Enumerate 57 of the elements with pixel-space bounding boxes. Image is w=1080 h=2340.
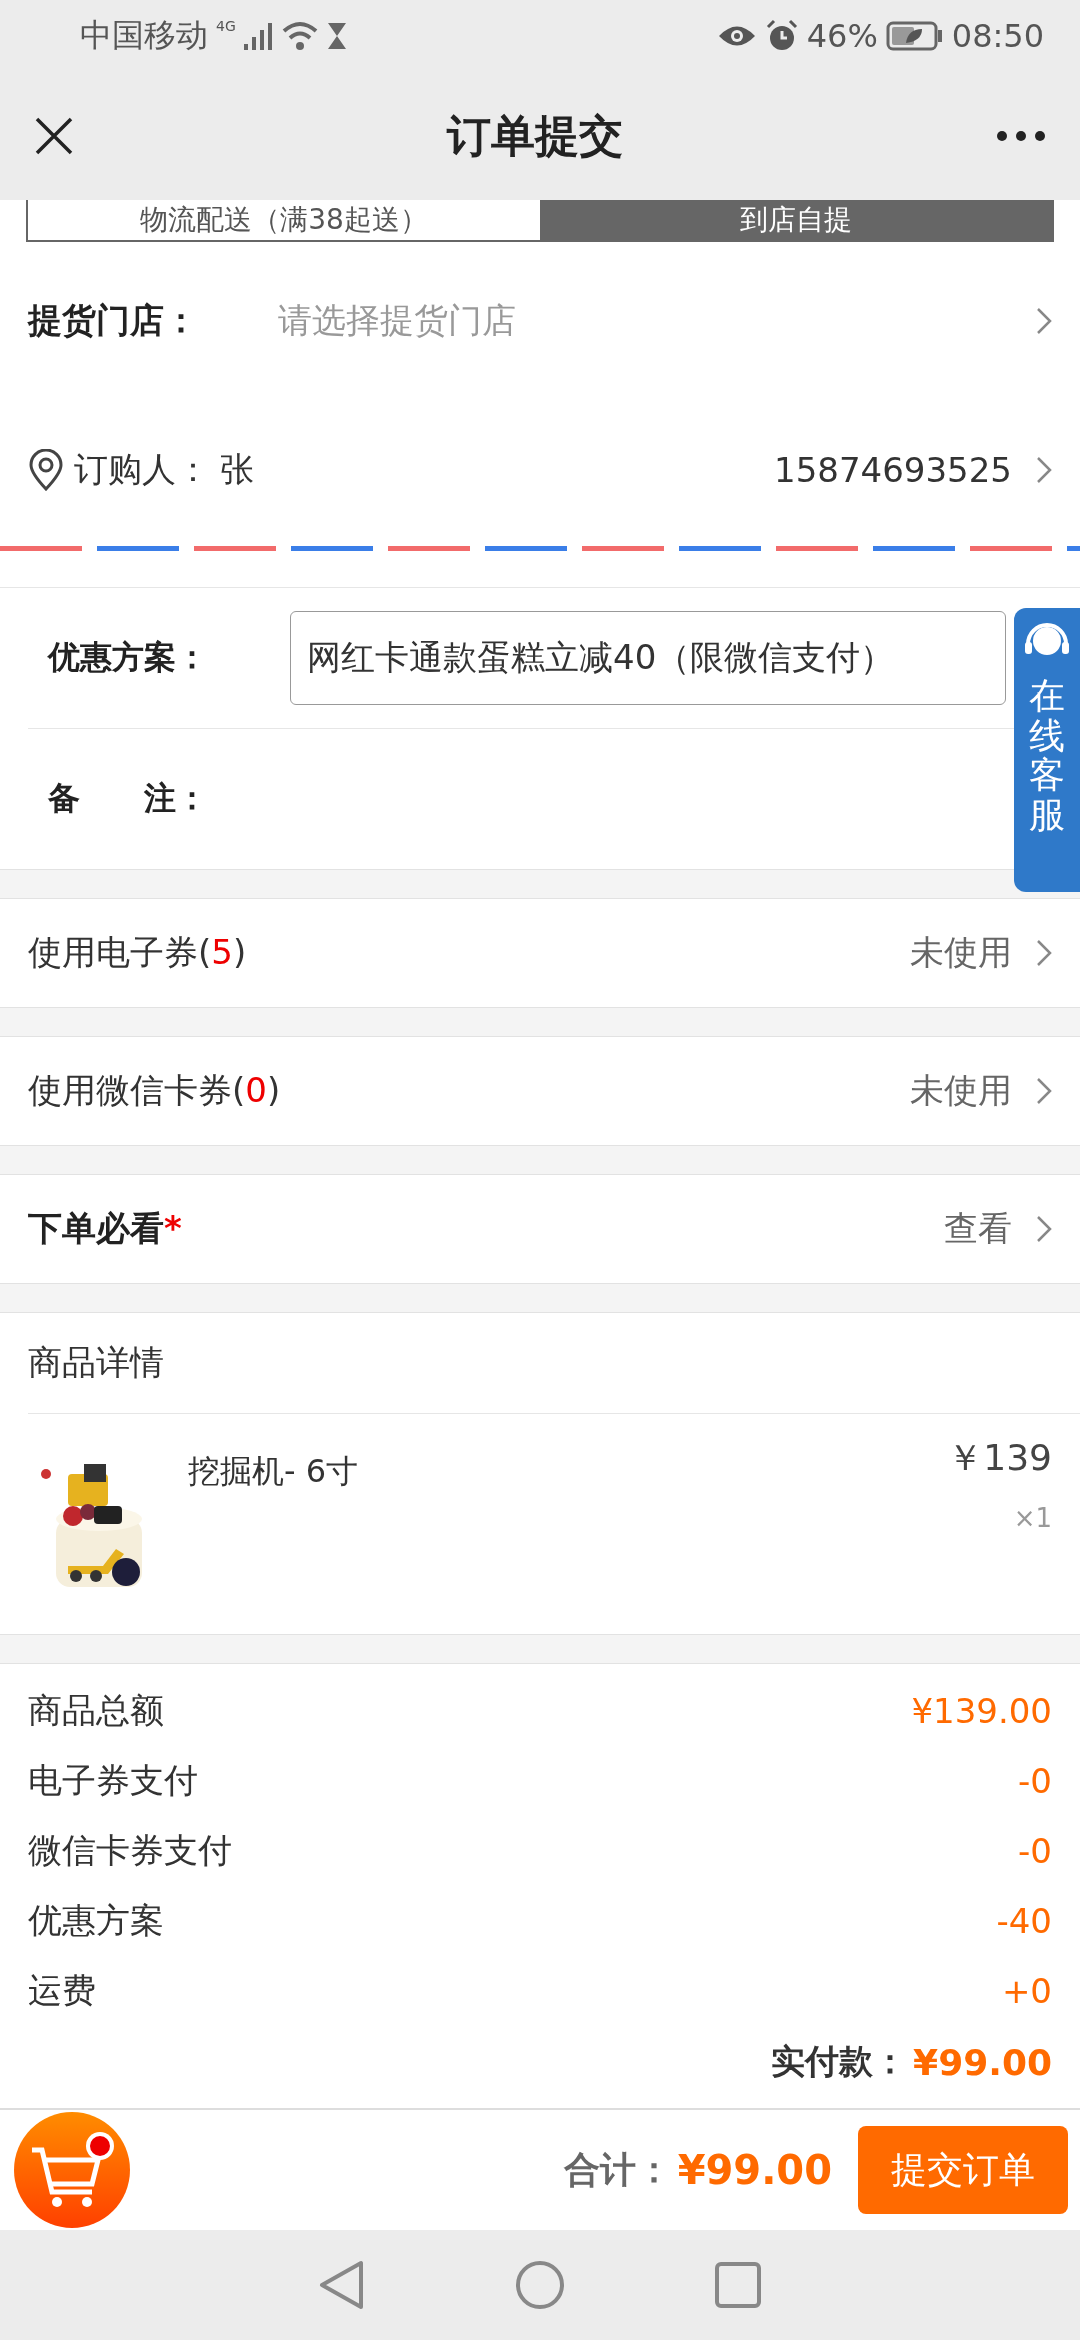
notice-action: 查看: [944, 1207, 1012, 1250]
paid-label: 实付款：: [771, 2040, 908, 2083]
chevron-right-icon: [1036, 1077, 1052, 1105]
alarm-icon: [764, 19, 799, 53]
product-quantity: ×1: [1013, 1503, 1052, 1533]
summary-label: 优惠方案: [28, 1899, 164, 1942]
clock-time: 08:50: [951, 17, 1044, 55]
battery-percent: 46%: [806, 17, 878, 55]
total-amount: ¥99.00: [677, 2147, 832, 2193]
hourglass-icon: [325, 21, 348, 51]
battery-icon: [885, 21, 944, 51]
summary-label: 电子券支付: [28, 1759, 198, 1802]
summary-label: 微信卡券支付: [28, 1829, 232, 1872]
summary-label: 运费: [28, 1969, 96, 2012]
summary-value: -0: [1018, 1761, 1052, 1801]
section-title: 商品详情: [28, 1313, 1080, 1414]
buyer-phone: 15874693525: [774, 450, 1012, 490]
coupon-label: 使用电子券(5): [28, 931, 247, 974]
back-icon[interactable]: [319, 2260, 365, 2310]
chevron-right-icon: [1036, 939, 1052, 967]
remark-label: 备 注：: [47, 778, 209, 819]
online-service-tab[interactable]: 在线客服: [1014, 608, 1080, 892]
recents-icon[interactable]: [715, 2262, 761, 2308]
chevron-right-icon: [1036, 1215, 1052, 1243]
summary-value: ¥139.00: [911, 1691, 1052, 1731]
summary-value: +0: [1001, 1971, 1052, 2011]
location-pin-icon: [28, 449, 64, 491]
online-service-label: 在线客服: [1029, 676, 1065, 835]
buyer-label: 订购人：: [74, 448, 210, 491]
coupon-status: 未使用: [910, 931, 1012, 974]
promotion-field[interactable]: 网红卡通款蛋糕立减40（限微信支付）: [290, 611, 1006, 705]
summary-value: -0: [1018, 1831, 1052, 1871]
home-icon[interactable]: [515, 2260, 565, 2310]
promotion-label: 优惠方案：: [46, 637, 209, 678]
carrier-text: 中国移动: [80, 15, 208, 56]
more-icon[interactable]: [996, 130, 1046, 142]
chevron-right-icon: [1036, 456, 1052, 484]
coupon-status: 未使用: [910, 1069, 1012, 1112]
close-icon[interactable]: [34, 116, 74, 156]
summary-label: 商品总额: [28, 1689, 164, 1732]
summary-value: -40: [996, 1901, 1052, 1941]
pickup-store-label: 提货门店：: [28, 299, 199, 342]
wifi-icon: [281, 21, 318, 51]
total-label: 合计：: [563, 2147, 672, 2192]
buyer-name: 张: [220, 448, 254, 491]
product-name: 挖掘机- 6寸: [188, 1451, 359, 1492]
product-price: ￥139: [947, 1436, 1052, 1480]
paid-amount: ¥99.00: [913, 2041, 1052, 2083]
cart-button-icon[interactable]: [12, 2110, 132, 2230]
signal-icon: [243, 22, 274, 50]
delivery-tab[interactable]: 到店自提: [540, 200, 1052, 240]
pickup-store-placeholder: 请选择提货门店: [278, 299, 517, 342]
notice-label: 下单必看*: [28, 1207, 182, 1250]
chevron-right-icon: [1036, 307, 1052, 335]
network-type: 4G: [216, 18, 236, 34]
coupon-label: 使用微信卡券(0): [28, 1069, 281, 1112]
page-title: 订单提交: [447, 108, 623, 163]
